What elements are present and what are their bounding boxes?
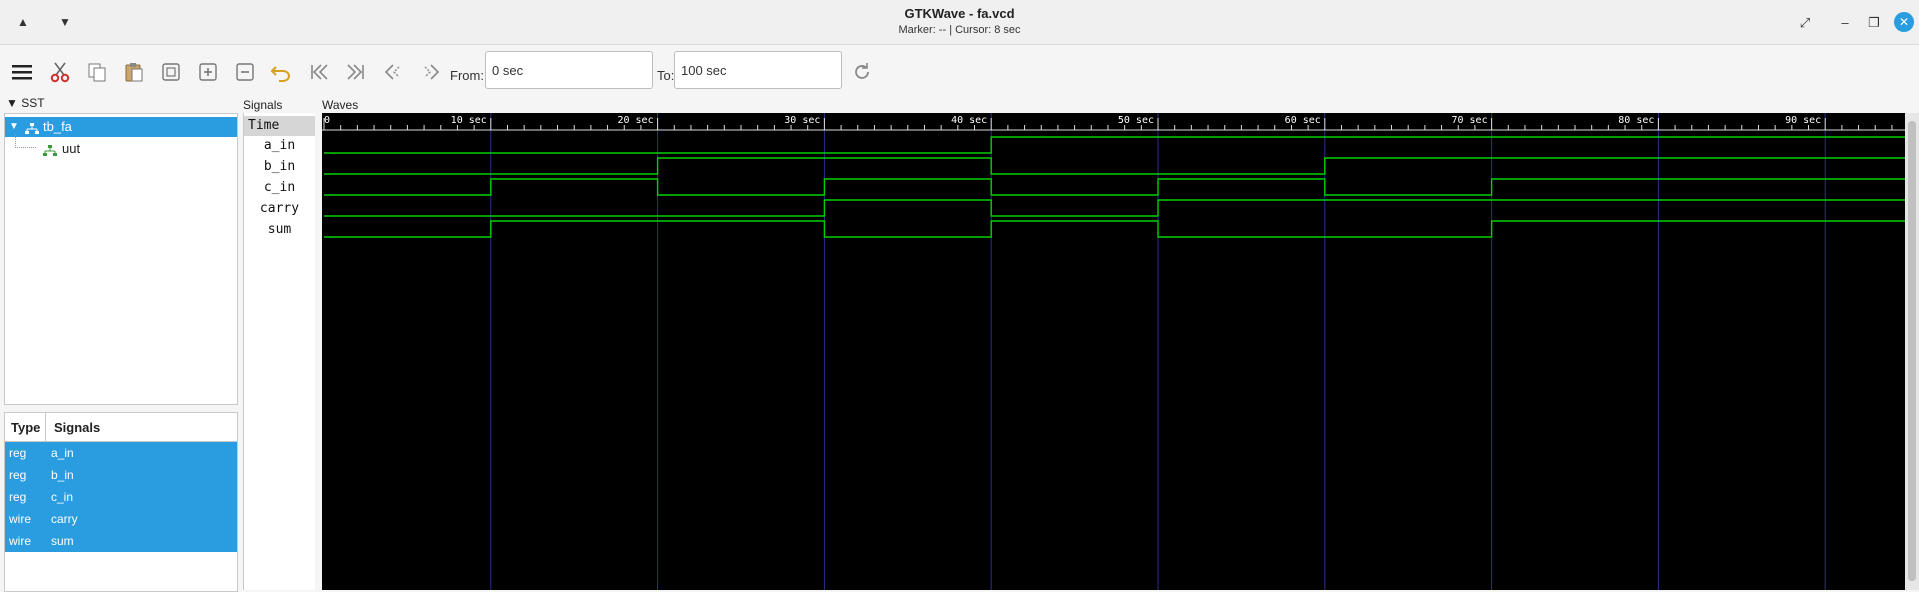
from-label: From: (450, 68, 484, 83)
tree-item-tb-fa[interactable]: ▼ tb_fa (5, 117, 237, 137)
maximize-icon[interactable]: ❐ (1863, 12, 1885, 34)
to-label: To: (657, 68, 675, 83)
column-header-signals[interactable]: Signals (54, 420, 100, 435)
time-tick-label: 40 sec (951, 115, 987, 126)
time-tick-label: 60 sec (1285, 115, 1321, 126)
signals-name-list[interactable]: Time a_in b_in c_in carry sum (243, 113, 315, 590)
signal-list-header: Type Signals (5, 413, 237, 442)
time-tick-label: 50 sec (1118, 115, 1154, 126)
time-row-label: Time (244, 116, 315, 136)
hierarchy-icon (43, 143, 57, 156)
to-input[interactable] (674, 51, 842, 89)
signal-cell: b_in (51, 468, 74, 482)
window-subtitle: Marker: -- | Cursor: 8 sec (898, 24, 1021, 36)
waveform-carry (324, 199, 1905, 217)
zoom-out-icon[interactable] (232, 59, 258, 85)
signal-cell: carry (51, 512, 78, 526)
triangle-down-icon: ▼ (6, 96, 18, 110)
last-icon[interactable] (343, 59, 369, 85)
tree-item-label: uut (62, 141, 81, 156)
cut-icon[interactable] (47, 59, 73, 85)
type-cell: reg (9, 468, 27, 482)
signal-name-sum[interactable]: sum (244, 220, 315, 240)
table-row[interactable]: reg c_in (5, 486, 237, 508)
window-title: GTKWave - fa.vcd (904, 6, 1015, 21)
next-icon[interactable] (417, 59, 443, 85)
time-tick-label: 90 sec (1785, 115, 1821, 126)
signal-name-a-in[interactable]: a_in (244, 136, 315, 156)
type-cell: reg (9, 446, 27, 460)
sst-tree[interactable]: ▼ tb_fa uut (4, 113, 238, 405)
fullscreen-icon[interactable]: ⤢ (1794, 12, 1816, 34)
triangle-down-icon[interactable]: ▼ (9, 117, 19, 137)
vertical-scrollbar[interactable] (1905, 113, 1919, 590)
menu-icon[interactable] (9, 59, 35, 85)
tree-item-label: tb_fa (43, 119, 72, 134)
copy-icon[interactable] (84, 59, 110, 85)
table-row[interactable]: reg a_in (5, 442, 237, 464)
paste-icon[interactable] (121, 59, 147, 85)
sst-label-text: SST (21, 96, 45, 110)
type-cell: wire (9, 512, 32, 526)
signal-name-c-in[interactable]: c_in (244, 178, 315, 198)
waveform-viewer[interactable]: 0 10 sec 20 sec 30 sec 40 sec 50 sec 60 sec 70 … (322, 113, 1905, 590)
table-row[interactable]: wire sum (5, 530, 237, 552)
signal-name-carry[interactable]: carry (244, 199, 315, 219)
table-row[interactable]: reg b_in (5, 464, 237, 486)
reload-icon[interactable] (849, 59, 875, 85)
time-tick-label: 10 sec (451, 115, 487, 126)
hierarchy-icon (25, 121, 39, 134)
signal-cell: c_in (51, 490, 74, 504)
time-tick-label: 80 sec (1618, 115, 1654, 126)
first-icon[interactable] (306, 59, 332, 85)
waveform-b_in (324, 157, 1905, 175)
waveform-canvas[interactable]: 0 10 sec 20 sec 30 sec 40 sec 50 sec 60 sec 70 … (322, 113, 1905, 590)
waveform-a_in (324, 136, 1905, 154)
type-cell: reg (9, 490, 27, 504)
signal-cell: a_in (51, 446, 74, 460)
zoom-fit-icon[interactable] (158, 59, 184, 85)
time-tick-label: 70 sec (1451, 115, 1487, 126)
tree-item-uut[interactable]: uut (5, 135, 237, 159)
prev-icon[interactable] (381, 59, 407, 85)
signal-cell: sum (51, 534, 74, 548)
title-bar: ▲ ▼ GTKWave - fa.vcd Marker: -- | Cursor… (0, 0, 1919, 45)
time-tick-label: 20 sec (617, 115, 653, 126)
signal-name-b-in[interactable]: b_in (244, 157, 315, 177)
waveform-sum (324, 220, 1905, 238)
from-input[interactable] (485, 51, 653, 89)
signal-list-panel: Type Signals reg a_in reg b_in reg c_in wir… (4, 412, 238, 592)
tree-line (15, 135, 36, 148)
sst-label[interactable]: ▼ SST (6, 96, 45, 110)
minimize-icon[interactable]: – (1834, 12, 1856, 34)
waveform-c_in (324, 178, 1905, 196)
toolbar: From: To: (0, 45, 1919, 97)
column-header-type[interactable]: Type (11, 420, 40, 435)
signals-panel-label: Signals (243, 98, 283, 112)
time-tick-label: 0 (324, 115, 330, 126)
type-cell: wire (9, 534, 32, 548)
zoom-in-icon[interactable] (195, 59, 221, 85)
close-icon[interactable]: ✕ (1894, 12, 1914, 32)
waves-panel-label: Waves (322, 98, 359, 112)
undo-icon[interactable] (268, 59, 294, 85)
time-tick-label: 30 sec (784, 115, 820, 126)
scrollbar-thumb[interactable] (1908, 121, 1916, 581)
column-divider (45, 413, 46, 441)
table-row[interactable]: wire carry (5, 508, 237, 530)
